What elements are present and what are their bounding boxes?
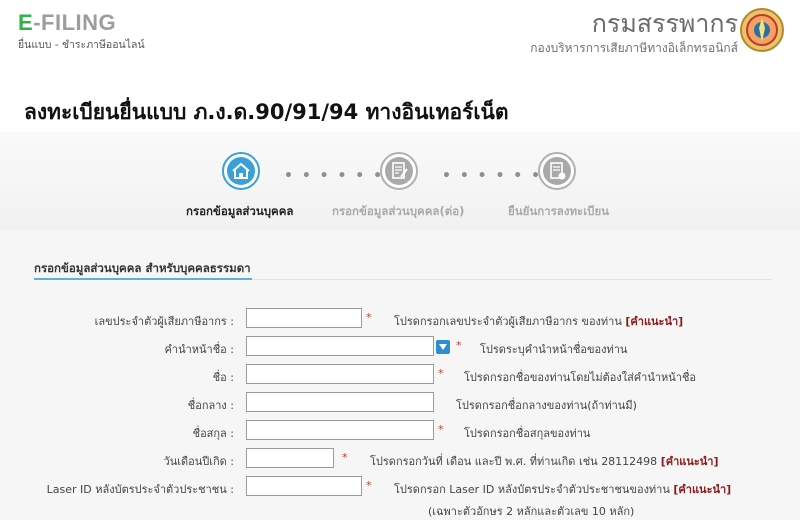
label-first-name: ชื่อ : bbox=[212, 371, 234, 384]
org-name: กรมสรรพากร bbox=[591, 9, 738, 38]
row-title-prefix: คำนำหน้าชื่อ : * โปรดระบุคำนำหน้าชื่อของ… bbox=[0, 336, 800, 360]
help-link-birth-date[interactable]: [คำแนะนำ] bbox=[661, 455, 719, 468]
required-mark: * bbox=[438, 423, 444, 436]
row-surname: ชื่อสกุล : * โปรดกรอกชื่อสกุลของท่าน bbox=[0, 420, 800, 444]
section-underline bbox=[34, 278, 252, 280]
org-subtitle: กองบริหารการเสียภาษีทางอิเล็กทรอนิกส์ bbox=[530, 41, 738, 55]
page-title: ลงทะเบียนยื่นแบบ ภ.ง.ด.90/91/94 ทางอินเท… bbox=[24, 100, 509, 124]
row-tax-id: เลขประจำตัวผู้เสียภาษีอากร : * โปรดกรอกเ… bbox=[0, 308, 800, 332]
row-middle-name: ชื่อกลาง : โปรดกรอกชื่อกลางของท่าน(ถ้าท่… bbox=[0, 392, 800, 416]
logo-prefix: E bbox=[18, 10, 34, 35]
logo-rest: -FILING bbox=[33, 10, 117, 35]
hint-middle-name: โปรดกรอกชื่อกลางของท่าน(ถ้าท่านมี) bbox=[456, 399, 637, 412]
laser-id-format-note: (เฉพาะตัวอักษร 2 หลักและตัวเลข 10 หลัก) bbox=[428, 505, 635, 518]
first-name-input[interactable] bbox=[246, 364, 434, 384]
required-mark: * bbox=[456, 339, 462, 352]
hint-laser-id-text: โปรดกรอก Laser ID หลังบัตรประจำตัวประชาช… bbox=[394, 483, 670, 496]
required-mark: * bbox=[438, 367, 444, 380]
section-divider bbox=[252, 279, 772, 280]
row-laser-id: Laser ID หลังบัตรประจำตัวประชาชน : * โปร… bbox=[0, 476, 800, 500]
row-first-name: ชื่อ : * โปรดกรอกชื่อของท่านโดยไม่ต้องใส… bbox=[0, 364, 800, 388]
home-icon bbox=[222, 152, 260, 190]
revenue-department-seal-icon bbox=[740, 8, 784, 52]
section-title: กรอกข้อมูลส่วนบุคคล สำหรับบุคคลธรรมดา bbox=[34, 261, 251, 275]
birth-date-input[interactable] bbox=[246, 448, 334, 468]
hint-tax-id-text: โปรดกรอกเลขประจำตัวผู้เสียภาษีอากร ของท่… bbox=[394, 315, 622, 328]
label-title-prefix: คำนำหน้าชื่อ : bbox=[164, 343, 234, 356]
chevron-down-icon[interactable] bbox=[436, 340, 450, 354]
hint-title-prefix: โปรดระบุคำนำหน้าชื่อของท่าน bbox=[480, 343, 628, 356]
label-birth-date: วันเดือนปีเกิด : bbox=[163, 455, 234, 468]
hint-first-name: โปรดกรอกชื่อของท่านโดยไม่ต้องใส่คำนำหน้า… bbox=[464, 371, 697, 384]
progress-steps: • • • • • • • • • • • • • • • • กรอกข้อม… bbox=[0, 132, 800, 230]
required-mark: * bbox=[342, 451, 348, 464]
efiling-wordmark: E-FILING bbox=[18, 11, 145, 35]
revenue-department-branding: กรมสรรพากร กองบริหารการเสียภาษีทางอิเล็ก… bbox=[530, 10, 738, 58]
row-birth-date: วันเดือนปีเกิด : * โปรดกรอกวันที่ เดือน … bbox=[0, 448, 800, 472]
laser-id-input[interactable] bbox=[246, 476, 362, 496]
page: E-FILING ยื่นแบบ - ชำระภาษีออนไลน์ กรมสร… bbox=[0, 0, 800, 520]
middle-name-input[interactable] bbox=[246, 392, 434, 412]
document-edit-icon bbox=[380, 152, 418, 190]
step-3-icon bbox=[538, 152, 576, 190]
step-2-icon bbox=[380, 152, 418, 190]
step-2-label: กรอกข้อมูลส่วนบุคคล(ต่อ) bbox=[332, 204, 465, 218]
personal-info-form: กรอกข้อมูลส่วนบุคคล สำหรับบุคคลธรรมดา เล… bbox=[0, 230, 800, 520]
required-mark: * bbox=[366, 311, 372, 324]
label-surname: ชื่อสกุล : bbox=[192, 427, 234, 440]
label-laser-id: Laser ID หลังบัตรประจำตัวประชาชน : bbox=[46, 483, 234, 496]
step-1-label: กรอกข้อมูลส่วนบุคคล bbox=[186, 204, 294, 218]
hint-birth-date-text: โปรดกรอกวันที่ เดือน และปี พ.ศ. ที่ท่านเ… bbox=[370, 455, 658, 468]
hint-surname: โปรดกรอกชื่อสกุลของท่าน bbox=[464, 427, 591, 440]
hint-birth-date: โปรดกรอกวันที่ เดือน และปี พ.ศ. ที่ท่านเ… bbox=[370, 452, 719, 470]
hint-laser-id: โปรดกรอก Laser ID หลังบัตรประจำตัวประชาช… bbox=[394, 480, 731, 498]
efiling-tagline: ยื่นแบบ - ชำระภาษีออนไลน์ bbox=[18, 39, 145, 51]
help-link-tax-id[interactable]: [คำแนะนำ] bbox=[625, 315, 683, 328]
step-3-label: ยืนยันการลงทะเบียน bbox=[508, 204, 610, 218]
efiling-logo[interactable]: E-FILING ยื่นแบบ - ชำระภาษีออนไลน์ bbox=[18, 11, 145, 53]
surname-input[interactable] bbox=[246, 420, 434, 440]
document-check-icon bbox=[538, 152, 576, 190]
help-link-laser-id[interactable]: [คำแนะนำ] bbox=[673, 483, 731, 496]
tax-id-input[interactable] bbox=[246, 308, 362, 328]
step-1-icon bbox=[222, 152, 260, 190]
label-middle-name: ชื่อกลาง : bbox=[187, 399, 234, 412]
header: E-FILING ยื่นแบบ - ชำระภาษีออนไลน์ กรมสร… bbox=[0, 0, 800, 70]
required-mark: * bbox=[366, 479, 372, 492]
hint-tax-id: โปรดกรอกเลขประจำตัวผู้เสียภาษีอากร ของท่… bbox=[394, 312, 683, 330]
label-tax-id: เลขประจำตัวผู้เสียภาษีอากร : bbox=[94, 315, 234, 328]
title-prefix-select[interactable] bbox=[246, 336, 434, 356]
